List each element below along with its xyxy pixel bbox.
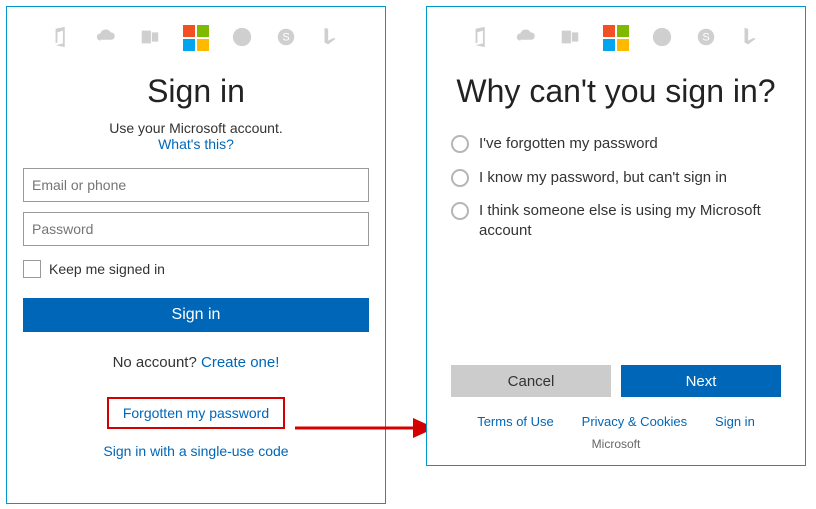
create-account-link[interactable]: Create one! xyxy=(201,354,279,371)
option-account-compromised[interactable]: I think someone else is using my Microso… xyxy=(451,201,781,240)
office-icon xyxy=(51,26,73,51)
terms-link[interactable]: Terms of Use xyxy=(477,414,554,429)
onedrive-icon xyxy=(95,26,117,51)
outlook-icon xyxy=(559,26,581,51)
option-label: I know my password, but can't sign in xyxy=(479,168,727,188)
subtitle-text: Use your Microsoft account. xyxy=(109,120,283,136)
svg-text:S: S xyxy=(702,31,709,43)
footer: Terms of Use Privacy & Cookies Sign in M… xyxy=(427,397,805,465)
single-use-code-link[interactable]: Sign in with a single-use code xyxy=(7,443,385,459)
recovery-panel: S Why can't you sign in? I've forgotten … xyxy=(426,6,806,466)
office-icon xyxy=(471,26,493,51)
forgot-password-link[interactable]: Forgotten my password xyxy=(107,397,285,429)
skype-icon: S xyxy=(275,26,297,51)
radio-icon[interactable] xyxy=(451,135,469,153)
product-icon-strip: S xyxy=(7,25,385,51)
bottom-links: Forgotten my password Sign in with a sin… xyxy=(7,397,385,459)
next-button[interactable]: Next xyxy=(621,365,781,397)
outlook-icon xyxy=(139,26,161,51)
footer-signin-link[interactable]: Sign in xyxy=(715,414,755,429)
svg-text:S: S xyxy=(282,31,289,43)
radio-icon[interactable] xyxy=(451,202,469,220)
keep-signed-in-row[interactable]: Keep me signed in xyxy=(23,260,369,278)
radio-icon[interactable] xyxy=(451,169,469,187)
microsoft-logo xyxy=(183,25,209,51)
email-field[interactable] xyxy=(23,168,369,202)
recovery-title: Why can't you sign in? xyxy=(427,73,805,110)
skype-icon: S xyxy=(695,26,717,51)
recovery-buttons: Cancel Next xyxy=(427,365,805,397)
password-field[interactable] xyxy=(23,212,369,246)
onedrive-icon xyxy=(515,26,537,51)
option-label: I've forgotten my password xyxy=(479,134,658,154)
microsoft-logo xyxy=(603,25,629,51)
cancel-button[interactable]: Cancel xyxy=(451,365,611,397)
bing-icon xyxy=(319,26,341,51)
no-account-text: No account? xyxy=(113,354,197,371)
privacy-link[interactable]: Privacy & Cookies xyxy=(582,414,687,429)
signin-button[interactable]: Sign in xyxy=(23,298,369,332)
xbox-icon xyxy=(651,26,673,51)
product-icon-strip: S xyxy=(427,25,805,51)
bing-icon xyxy=(739,26,761,51)
option-cant-sign-in[interactable]: I know my password, but can't sign in xyxy=(451,168,781,188)
signin-panel: S Sign in Use your Microsoft account. Wh… xyxy=(6,6,386,504)
footer-corp: Microsoft xyxy=(427,437,805,451)
option-label: I think someone else is using my Microso… xyxy=(479,201,781,240)
keep-signed-in-label: Keep me signed in xyxy=(49,261,165,277)
option-forgot-password[interactable]: I've forgotten my password xyxy=(451,134,781,154)
keep-signed-in-checkbox[interactable] xyxy=(23,260,41,278)
signin-form: Keep me signed in Sign in xyxy=(7,168,385,332)
xbox-icon xyxy=(231,26,253,51)
no-account-row: No account? Create one! xyxy=(7,354,385,371)
signin-subtitle: Use your Microsoft account. What's this? xyxy=(7,120,385,152)
signin-title: Sign in xyxy=(7,73,385,110)
whats-this-link[interactable]: What's this? xyxy=(158,136,234,152)
recovery-options: I've forgotten my password I know my pas… xyxy=(427,134,805,345)
